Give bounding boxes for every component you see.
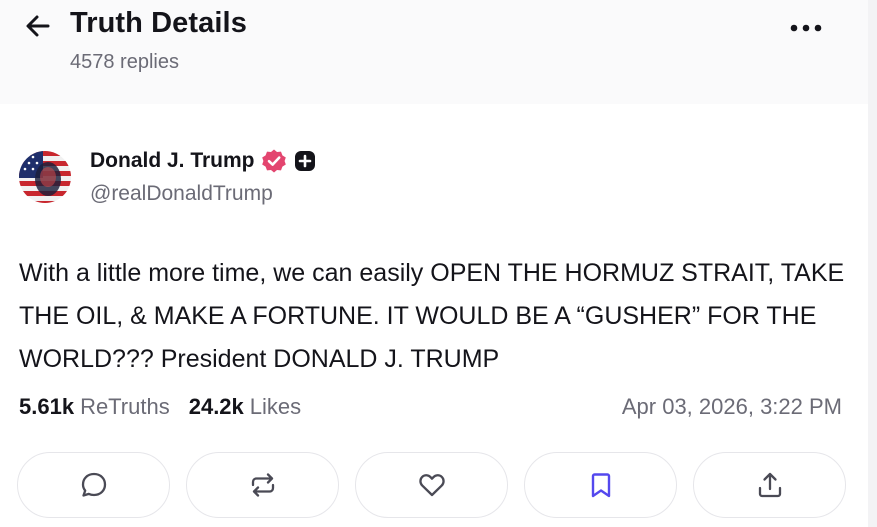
like-button[interactable] bbox=[355, 452, 508, 518]
replies-count: 4578 replies bbox=[70, 51, 179, 73]
heart-icon bbox=[418, 474, 445, 497]
verified-badge-icon bbox=[261, 148, 287, 174]
post-stats: 5.61k ReTruths 24.2k Likes bbox=[19, 394, 301, 420]
author-row: Donald J. Trump bbox=[90, 148, 316, 174]
scrollbar[interactable] bbox=[868, 0, 877, 527]
share-button[interactable] bbox=[693, 452, 846, 518]
page-header: Truth Details 4578 replies bbox=[0, 0, 868, 104]
more-options-button[interactable] bbox=[786, 14, 826, 42]
retruth-button[interactable] bbox=[186, 452, 339, 518]
reply-button[interactable] bbox=[17, 452, 170, 518]
author-name[interactable]: Donald J. Trump bbox=[90, 149, 255, 173]
post-timestamp: Apr 03, 2026, 3:22 PM bbox=[621, 394, 842, 419]
likes-stat[interactable]: 24.2k Likes bbox=[189, 394, 301, 420]
bookmark-icon bbox=[591, 473, 610, 498]
retruths-stat[interactable]: 5.61k ReTruths bbox=[19, 394, 170, 420]
plus-badge-icon bbox=[294, 150, 316, 172]
repost-arrows-icon bbox=[251, 473, 274, 497]
retruths-count: 5.61k bbox=[19, 394, 75, 419]
bookmark-button[interactable] bbox=[524, 452, 677, 518]
page-title: Truth Details bbox=[70, 7, 247, 39]
speech-bubble-icon bbox=[81, 472, 106, 497]
likes-count: 24.2k bbox=[188, 394, 244, 419]
avatar-image bbox=[19, 151, 71, 203]
post-text: With a little more time, we can easily O… bbox=[19, 259, 845, 373]
retruths-label: ReTruths bbox=[80, 394, 170, 419]
author-handle[interactable]: @realDonaldTrump bbox=[90, 182, 273, 206]
likes-label: Likes bbox=[249, 394, 302, 419]
arrow-left-icon bbox=[26, 15, 50, 37]
action-bar bbox=[17, 452, 846, 518]
share-upload-icon bbox=[758, 472, 781, 498]
more-dots-icon bbox=[790, 24, 822, 32]
back-button[interactable] bbox=[20, 8, 56, 44]
avatar[interactable] bbox=[19, 151, 71, 203]
